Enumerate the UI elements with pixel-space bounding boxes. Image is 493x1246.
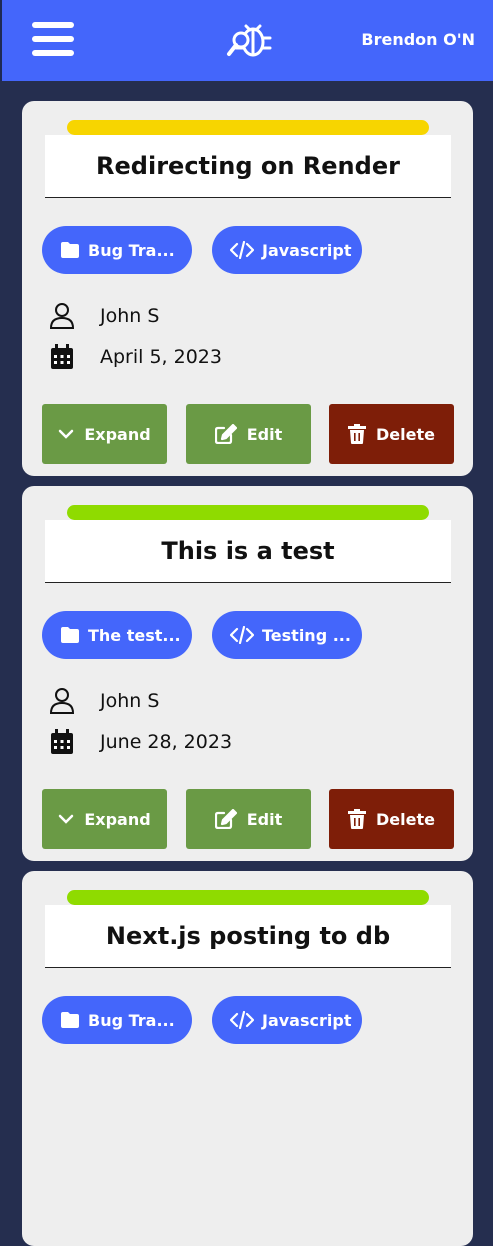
expand-label: Expand <box>84 424 151 444</box>
ticket-title-box: Redirecting on Render <box>45 135 451 198</box>
user-icon <box>50 303 74 329</box>
ticket-card: Redirecting on Render Bug Tra... Javascr… <box>22 101 473 476</box>
edit-icon <box>214 424 237 444</box>
expand-label: Expand <box>84 809 151 829</box>
ticket-title-box: This is a test <box>45 520 451 583</box>
code-icon <box>230 241 254 259</box>
ticket-title: Next.js posting to db <box>105 922 391 950</box>
edit-button[interactable]: Edit <box>186 404 311 464</box>
status-bar <box>67 120 429 135</box>
ticket-title: This is a test <box>161 537 335 565</box>
edit-button[interactable]: Edit <box>186 789 311 849</box>
language-label: Javascript <box>262 240 352 260</box>
delete-label: Delete <box>376 424 435 444</box>
edit-label: Edit <box>246 809 283 829</box>
status-bar <box>67 505 429 520</box>
delete-button[interactable]: Delete <box>329 789 454 849</box>
project-label: Bug Tra... <box>88 1010 175 1030</box>
trash-icon <box>348 809 367 829</box>
ticket-title: Redirecting on Render <box>96 152 400 180</box>
project-label: Bug Tra... <box>88 240 175 260</box>
ticket-date: June 28, 2023 <box>100 731 233 753</box>
expand-button[interactable]: Expand <box>42 404 167 464</box>
menu-icon[interactable] <box>32 22 74 60</box>
edit-label: Edit <box>246 424 283 444</box>
edit-icon <box>214 809 237 829</box>
ticket-card: Next.js posting to db Bug Tra... Javascr… <box>22 871 473 1246</box>
project-pill[interactable]: Bug Tra... <box>42 996 192 1044</box>
language-pill[interactable]: Javascript <box>212 226 362 274</box>
ticket-title-box: Next.js posting to db <box>45 905 451 968</box>
status-bar <box>67 890 429 905</box>
folder-icon <box>60 1012 80 1028</box>
assignee-row: John S <box>50 688 159 714</box>
folder-icon <box>60 242 80 258</box>
assignee-name: John S <box>100 690 160 712</box>
folder-icon <box>60 627 80 643</box>
delete-label: Delete <box>376 809 435 829</box>
chevron-down-icon <box>58 428 74 440</box>
language-label: Javascript <box>262 1010 352 1030</box>
expand-button[interactable]: Expand <box>42 789 167 849</box>
user-name[interactable]: Brendon O'N <box>361 30 475 49</box>
trash-icon <box>348 424 367 444</box>
language-label: Testing ... <box>262 625 351 645</box>
assignee-name: John S <box>100 305 160 327</box>
language-pill[interactable]: Javascript <box>212 996 362 1044</box>
bug-search-logo[interactable] <box>224 16 274 64</box>
code-icon <box>230 626 254 644</box>
calendar-icon <box>50 729 74 755</box>
delete-button[interactable]: Delete <box>329 404 454 464</box>
date-row: June 28, 2023 <box>50 729 232 755</box>
chevron-down-icon <box>58 813 74 825</box>
project-pill[interactable]: Bug Tra... <box>42 226 192 274</box>
ticket-date: April 5, 2023 <box>100 346 222 368</box>
top-navbar: Brendon O'N <box>0 0 493 81</box>
language-pill[interactable]: Testing ... <box>212 611 362 659</box>
assignee-row: John S <box>50 303 159 329</box>
user-icon <box>50 688 74 714</box>
calendar-icon <box>50 344 74 370</box>
code-icon <box>230 1011 254 1029</box>
ticket-card: This is a test The test... Testing ... J… <box>22 486 473 861</box>
project-label: The test... <box>88 625 181 645</box>
date-row: April 5, 2023 <box>50 344 222 370</box>
project-pill[interactable]: The test... <box>42 611 192 659</box>
